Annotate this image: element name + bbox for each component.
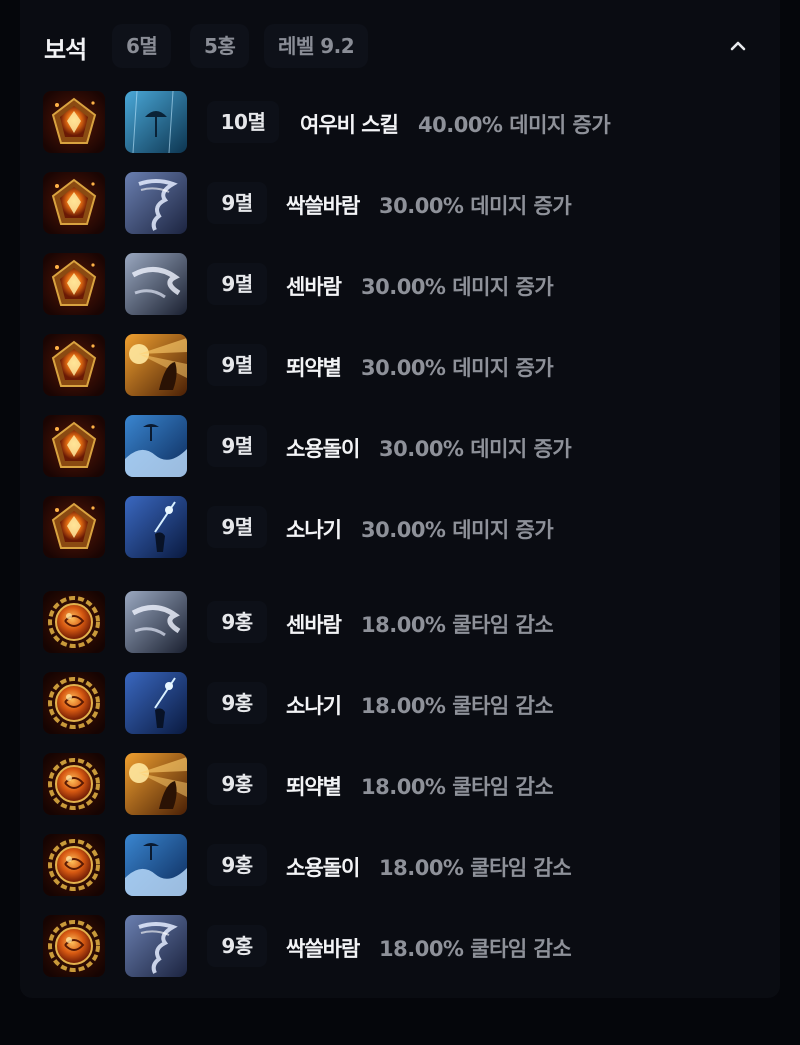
gem-level-badge: 9멸 [207, 344, 267, 386]
gem-row[interactable]: 9멸 싹쓸바람 30.00% 데미지 증가 [20, 172, 780, 234]
gem-effect: 40.00% 데미지 증가 [418, 113, 611, 137]
cooldown-gem-icon[interactable] [43, 591, 105, 653]
gem-level-badge: 9홍 [207, 925, 267, 967]
damage-gem-count-chip: 6멸 [112, 24, 172, 68]
skill-name: 센바람 [286, 275, 342, 299]
gem-row[interactable]: 9멸 소나기 30.00% 데미지 증가 [20, 496, 780, 558]
skill-name: 싹쓸바람 [286, 937, 360, 961]
section-title: 보석 [44, 36, 87, 64]
damage-gem-icon[interactable] [43, 253, 105, 315]
cooldown-gem-icon[interactable] [43, 753, 105, 815]
umbrella-rain-skill-icon[interactable] [125, 91, 187, 153]
chevron-up-icon [730, 41, 746, 51]
gem-panel: 보석 6멸 5홍 레벨 9.2 10멸 여우비 스킬 40.00% 데미지 증가 9멸… [20, 0, 780, 998]
gem-effect: 30.00% 데미지 증가 [361, 275, 554, 299]
gem-level-badge: 9멸 [207, 263, 267, 305]
gem-row[interactable]: 9홍 소용돌이 18.00% 쿨타임 감소 [20, 834, 780, 896]
gem-row[interactable]: 9홍 소나기 18.00% 쿨타임 감소 [20, 672, 780, 734]
gem-row[interactable]: 10멸 여우비 스킬 40.00% 데미지 증가 [20, 91, 780, 153]
tornado-skill-icon[interactable] [125, 915, 187, 977]
cooldown-gem-count-chip: 5홍 [190, 24, 250, 68]
gem-effect: 18.00% 쿨타임 감소 [361, 613, 554, 637]
sunburst-skill-icon[interactable] [125, 334, 187, 396]
gem-row[interactable]: 9멸 소용돌이 30.00% 데미지 증가 [20, 415, 780, 477]
gem-panel-header: 보석 6멸 5홍 레벨 9.2 [20, 20, 780, 72]
gem-level-badge: 9멸 [207, 425, 267, 467]
gem-level-badge: 10멸 [207, 101, 279, 143]
average-level-chip: 레벨 9.2 [264, 24, 369, 68]
skill-name: 뙤약볕 [286, 775, 342, 799]
tornado-skill-icon[interactable] [125, 172, 187, 234]
gem-effect: 18.00% 쿨타임 감소 [361, 775, 554, 799]
gust-skill-icon[interactable] [125, 253, 187, 315]
skill-name: 소나기 [286, 518, 342, 542]
damage-gem-icon[interactable] [43, 172, 105, 234]
gem-effect: 30.00% 데미지 증가 [379, 194, 572, 218]
wave-skill-icon[interactable] [125, 834, 187, 896]
sunburst-skill-icon[interactable] [125, 753, 187, 815]
damage-gem-icon[interactable] [43, 415, 105, 477]
cooldown-gem-icon[interactable] [43, 915, 105, 977]
gem-row[interactable]: 9멸 센바람 30.00% 데미지 증가 [20, 253, 780, 315]
gem-row[interactable]: 9멸 뙤약볕 30.00% 데미지 증가 [20, 334, 780, 396]
cooldown-gem-icon[interactable] [43, 834, 105, 896]
gem-level-badge: 9멸 [207, 506, 267, 548]
skill-name: 소나기 [286, 694, 342, 718]
skill-name: 싹쓸바람 [286, 194, 360, 218]
gem-effect: 30.00% 데미지 증가 [361, 518, 554, 542]
wave-skill-icon[interactable] [125, 415, 187, 477]
gem-effect: 18.00% 쿨타임 감소 [379, 937, 572, 961]
collapse-button[interactable] [720, 30, 756, 62]
gem-level-badge: 9홍 [207, 601, 267, 643]
gem-effect: 30.00% 데미지 증가 [361, 356, 554, 380]
gem-level-badge: 9멸 [207, 182, 267, 224]
skill-name: 뙤약볕 [286, 356, 342, 380]
skill-name: 여우비 스킬 [300, 113, 399, 137]
cooldown-gem-icon[interactable] [43, 672, 105, 734]
damage-gem-icon[interactable] [43, 334, 105, 396]
gem-row[interactable]: 9홍 싹쓸바람 18.00% 쿨타임 감소 [20, 915, 780, 977]
gem-row[interactable]: 9홍 뙤약볕 18.00% 쿨타임 감소 [20, 753, 780, 815]
gem-row[interactable]: 9홍 센바람 18.00% 쿨타임 감소 [20, 591, 780, 653]
gem-level-badge: 9홍 [207, 844, 267, 886]
gem-level-badge: 9홍 [207, 682, 267, 724]
gem-effect: 18.00% 쿨타임 감소 [361, 694, 554, 718]
gem-effect: 30.00% 데미지 증가 [379, 437, 572, 461]
gem-effect: 18.00% 쿨타임 감소 [379, 856, 572, 880]
damage-gem-icon[interactable] [43, 496, 105, 558]
gem-level-badge: 9홍 [207, 763, 267, 805]
skill-name: 소용돌이 [286, 856, 360, 880]
shower-skill-icon[interactable] [125, 672, 187, 734]
damage-gem-icon[interactable] [43, 91, 105, 153]
skill-name: 센바람 [286, 613, 342, 637]
skill-name: 소용돌이 [286, 437, 360, 461]
shower-skill-icon[interactable] [125, 496, 187, 558]
gust-skill-icon[interactable] [125, 591, 187, 653]
